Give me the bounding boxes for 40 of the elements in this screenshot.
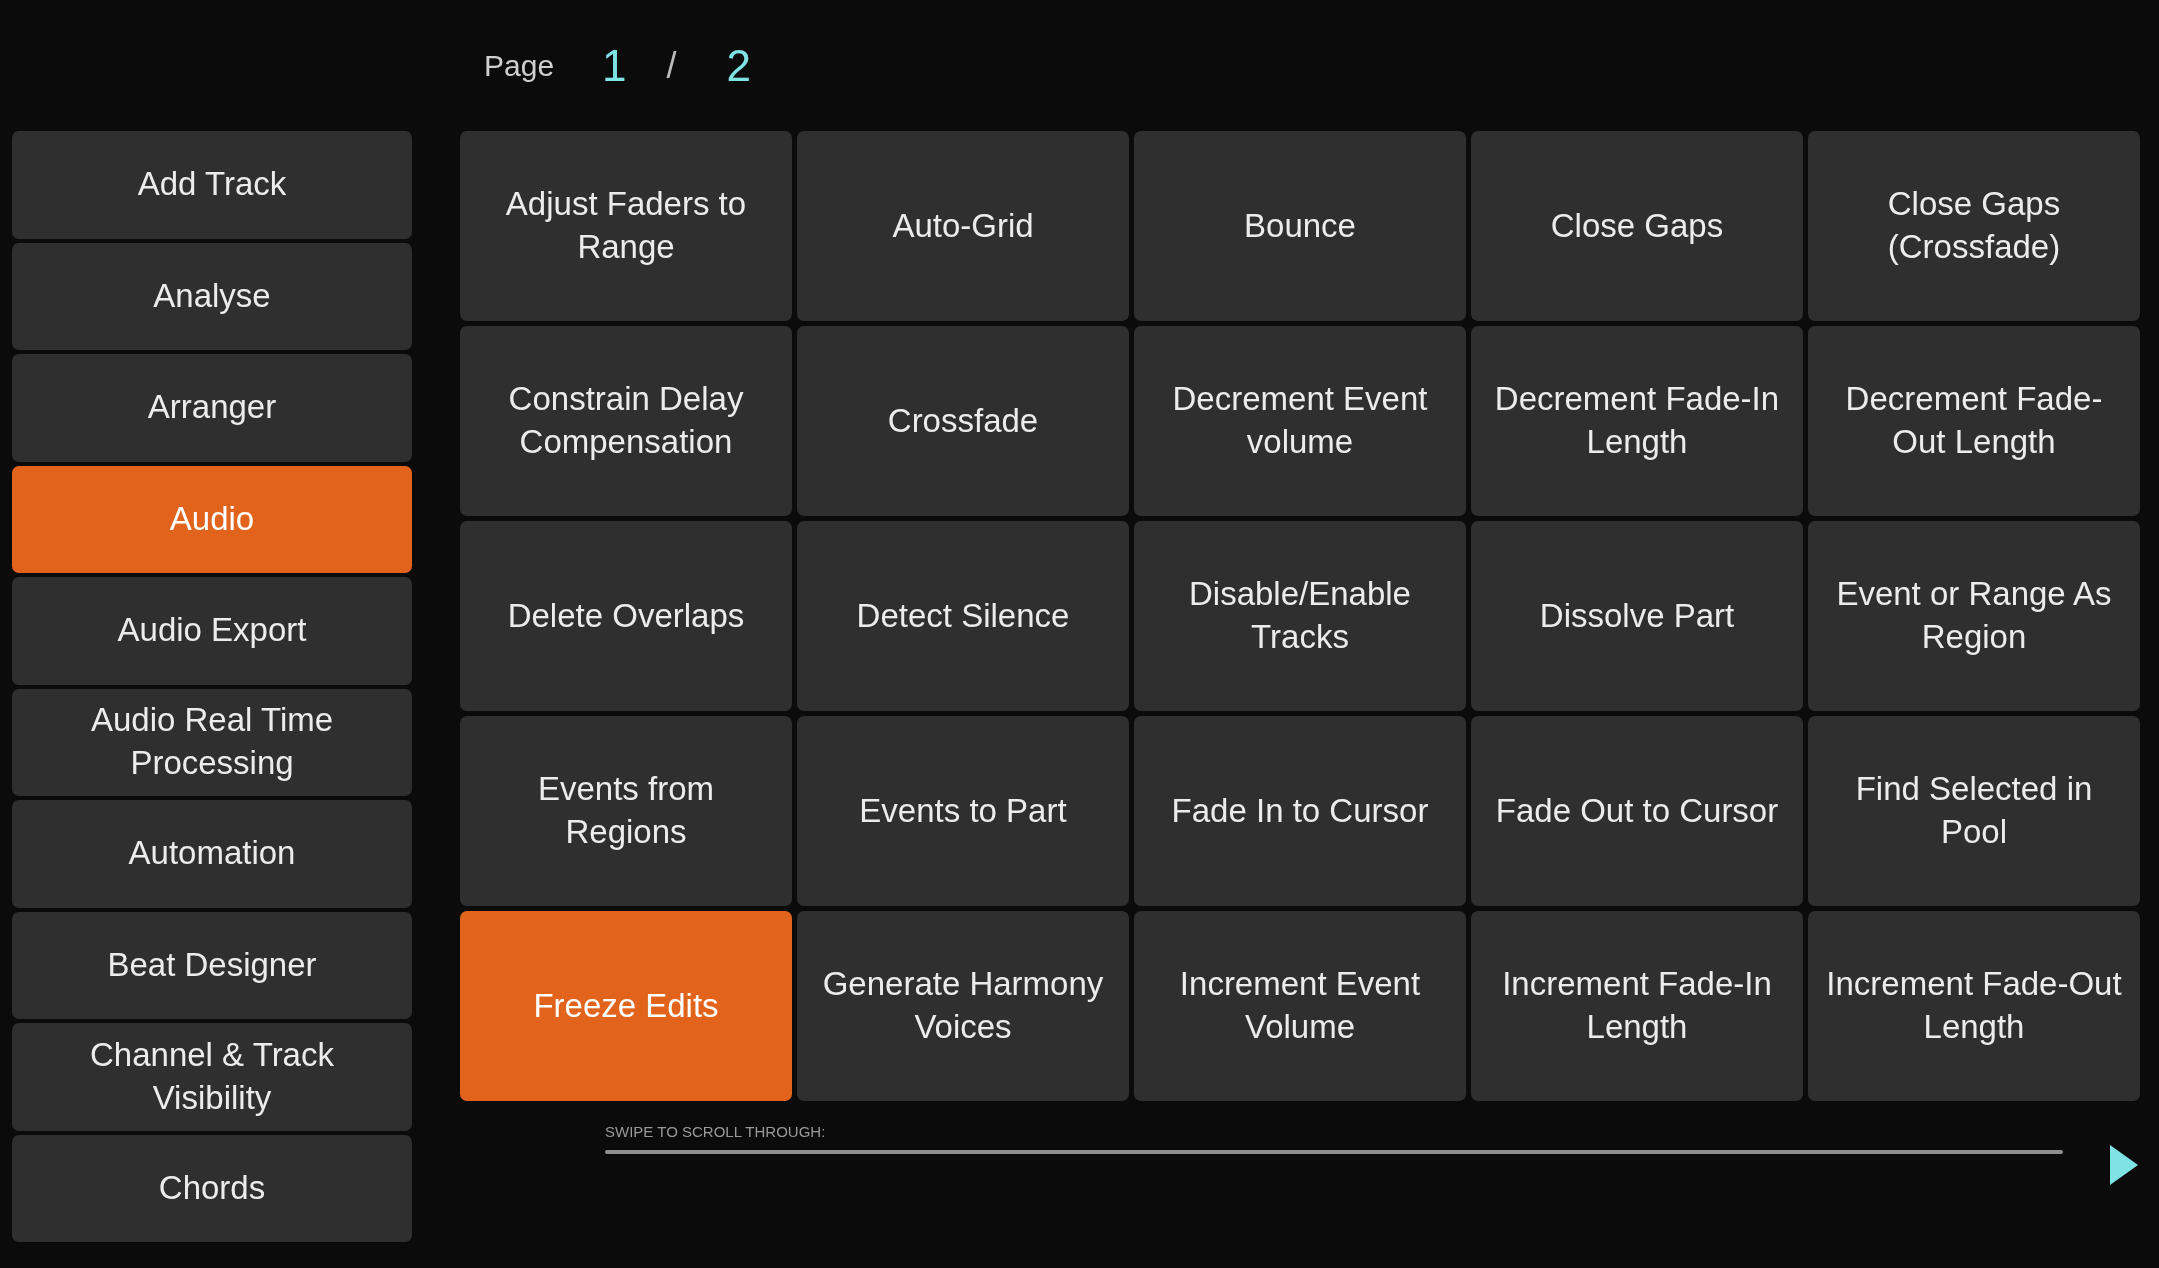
- command-button[interactable]: Constrain Delay Compensation: [460, 326, 792, 516]
- command-button[interactable]: Find Selected in Pool: [1808, 716, 2140, 906]
- current-page-number: 1: [602, 40, 627, 91]
- command-button[interactable]: Fade Out to Cursor: [1471, 716, 1803, 906]
- category-tab[interactable]: Chords: [12, 1134, 412, 1242]
- command-button[interactable]: Increment Fade-Out Length: [1808, 911, 2140, 1101]
- command-button[interactable]: Fade In to Cursor: [1134, 716, 1466, 906]
- scroll-hint: SWIPE TO SCROLL THROUGH:: [605, 1123, 826, 1140]
- category-tab[interactable]: Beat Designer: [12, 911, 412, 1019]
- command-button[interactable]: Close Gaps: [1471, 131, 1803, 321]
- command-button[interactable]: Decrement Event volume: [1134, 326, 1466, 516]
- command-button[interactable]: Auto-Grid: [797, 131, 1129, 321]
- page-label: Page: [484, 48, 555, 83]
- page-separator: /: [666, 44, 677, 87]
- command-button[interactable]: Increment Fade-In Length: [1471, 911, 1803, 1101]
- category-tab[interactable]: Analyse: [12, 242, 412, 350]
- next-page-icon[interactable]: [2108, 1143, 2140, 1187]
- category-tab[interactable]: Arranger: [12, 354, 412, 462]
- total-page-count: 2: [726, 40, 752, 91]
- category-tab[interactable]: Add Track: [12, 131, 412, 239]
- command-button[interactable]: Adjust Faders to Range: [460, 131, 792, 321]
- command-button[interactable]: Bounce: [1134, 131, 1466, 321]
- command-button[interactable]: Decrement Fade-Out Length: [1808, 326, 2140, 516]
- command-button[interactable]: Crossfade: [797, 326, 1129, 516]
- command-button[interactable]: Detect Silence: [797, 521, 1129, 711]
- command-button[interactable]: Decrement Fade-In Length: [1471, 326, 1803, 516]
- command-button[interactable]: Dissolve Part: [1471, 521, 1803, 711]
- command-button[interactable]: Generate Harmony Voices: [797, 911, 1129, 1101]
- command-button[interactable]: Events from Regions: [460, 716, 792, 906]
- category-tab[interactable]: Automation: [12, 800, 412, 908]
- command-button[interactable]: Delete Overlaps: [460, 521, 792, 711]
- command-button[interactable]: Events to Part: [797, 716, 1129, 906]
- category-tab[interactable]: Channel & Track Visibility: [12, 1023, 412, 1131]
- command-button[interactable]: Increment Event Volume: [1134, 911, 1466, 1101]
- category-tab[interactable]: Audio Real Time Processing: [12, 688, 412, 796]
- scroll-track[interactable]: [605, 1150, 2063, 1154]
- command-button[interactable]: Disable/Enable Tracks: [1134, 521, 1466, 711]
- command-button[interactable]: Event or Range As Region: [1808, 521, 2140, 711]
- command-button[interactable]: Close Gaps (Crossfade): [1808, 131, 2140, 321]
- category-tab[interactable]: Audio Export: [12, 577, 412, 685]
